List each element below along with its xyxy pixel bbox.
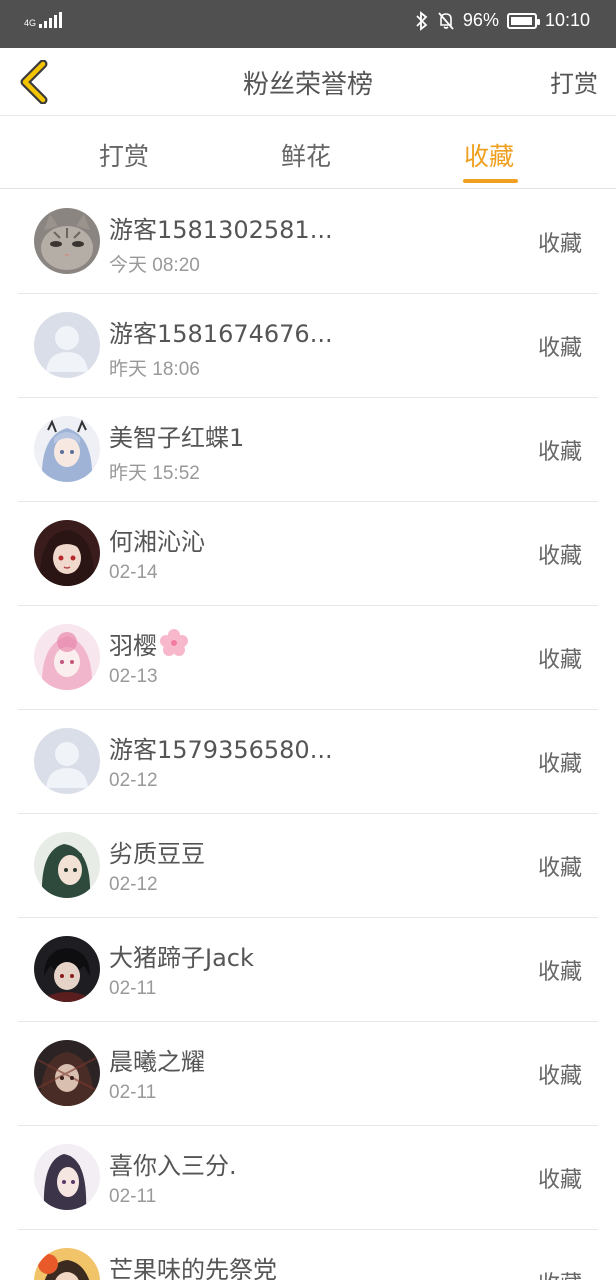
fan-action-label: 收藏 bbox=[537, 1064, 582, 1089]
list-item[interactable]: 喜你入三分. 02-11 收藏 bbox=[18, 1126, 598, 1230]
battery-percent: 96% bbox=[462, 10, 499, 30]
fan-name: 游客1581302581... bbox=[109, 216, 333, 244]
reward-button[interactable]: 打赏 bbox=[550, 64, 598, 99]
fan-action-label: 收藏 bbox=[537, 544, 582, 569]
avatar bbox=[34, 1248, 100, 1280]
fan-action-label: 收藏 bbox=[537, 752, 582, 777]
clock: 10:10 bbox=[544, 10, 590, 30]
fan-time: 02-11 bbox=[109, 978, 157, 999]
list-item[interactable]: 游客1579356580... 02-12 收藏 bbox=[18, 710, 598, 814]
avatar bbox=[34, 208, 100, 274]
list-item[interactable]: 晨曦之耀 02-11 收藏 bbox=[18, 1022, 598, 1126]
list-item[interactable]: 大猪蹄子Jack 02-11 收藏 bbox=[18, 918, 598, 1022]
avatar bbox=[34, 832, 100, 898]
fan-name: 喜你入三分. bbox=[109, 1152, 237, 1180]
fan-time: 02-11 bbox=[109, 1082, 157, 1103]
avatar bbox=[34, 728, 100, 794]
list-item[interactable]: 何湘沁沁 02-14 收藏 bbox=[18, 502, 598, 606]
page-title: 粉丝荣誉榜 bbox=[242, 70, 373, 100]
avatar bbox=[34, 1144, 100, 1210]
fan-action-label: 收藏 bbox=[537, 336, 582, 361]
fan-name: 劣质豆豆 bbox=[109, 840, 205, 868]
fan-time: 02-12 bbox=[109, 770, 158, 791]
fan-time: 昨天 18:06 bbox=[109, 359, 200, 380]
tab-flowers[interactable]: 鲜花 bbox=[281, 137, 331, 173]
list-item[interactable]: 羽樱 02-13 收藏 bbox=[18, 606, 598, 710]
fan-name: 游客1579356580... bbox=[109, 736, 333, 764]
fan-action-label: 收藏 bbox=[538, 1266, 582, 1280]
tab-favorites[interactable]: 收藏 bbox=[464, 137, 514, 173]
battery-icon bbox=[506, 12, 540, 29]
signal-bars-icon bbox=[39, 12, 63, 28]
list-item[interactable]: 美智子红蝶1 昨天 15:52 收藏 bbox=[18, 398, 598, 502]
title-bar: 粉丝荣誉榜 打赏 bbox=[0, 48, 616, 116]
tab-reward[interactable]: 打赏 bbox=[99, 137, 149, 173]
signal-indicator: 4G bbox=[24, 12, 63, 28]
fan-action-label: 收藏 bbox=[537, 960, 582, 985]
cherry-blossom-icon bbox=[160, 629, 188, 656]
avatar bbox=[34, 416, 100, 482]
list-item[interactable]: 游客1581674676... 昨天 18:06 收藏 bbox=[18, 294, 598, 398]
fan-time: 02-12 bbox=[109, 874, 158, 895]
list-item[interactable]: 劣质豆豆 02-12 收藏 bbox=[18, 814, 598, 918]
network-type: 4G bbox=[24, 18, 37, 28]
fan-name: 羽樱 bbox=[109, 626, 189, 661]
fan-time: 02-13 bbox=[109, 666, 158, 687]
fan-name: 大猪蹄子Jack bbox=[109, 944, 254, 972]
avatar bbox=[34, 312, 100, 378]
fan-name: 晨曦之耀 bbox=[109, 1048, 205, 1076]
fan-action-label: 收藏 bbox=[537, 232, 582, 257]
status-right: 96% 10:10 bbox=[415, 10, 590, 31]
avatar bbox=[34, 624, 100, 690]
fan-time: 02-11 bbox=[109, 1186, 157, 1207]
fan-action-label: 收藏 bbox=[537, 648, 582, 673]
mute-bell-icon bbox=[438, 11, 454, 30]
bluetooth-icon bbox=[416, 10, 428, 31]
fan-time: 昨天 15:52 bbox=[109, 463, 200, 484]
list-item[interactable]: 游客1581302581... 今天 08:20 收藏 bbox=[18, 190, 598, 294]
avatar bbox=[34, 520, 100, 586]
fan-action-label: 收藏 bbox=[537, 1168, 582, 1193]
fan-name: 游客1581674676... bbox=[109, 320, 333, 348]
fan-action-label: 收藏 bbox=[537, 856, 582, 881]
tab-bar: 打赏 鲜花 收藏 bbox=[0, 117, 616, 189]
fan-action-label: 收藏 bbox=[537, 440, 582, 465]
list-item[interactable]: 芒果味的先祭党 收藏 bbox=[18, 1230, 598, 1280]
fan-time: 今天 08:20 bbox=[109, 255, 200, 276]
avatar bbox=[34, 1040, 100, 1106]
fan-name: 美智子红蝶1 bbox=[109, 424, 245, 452]
active-tab-indicator bbox=[463, 179, 518, 183]
avatar bbox=[34, 936, 100, 1002]
fan-name: 何湘沁沁 bbox=[109, 528, 205, 556]
fan-list: 游客1581302581... 今天 08:20 收藏 游客1581674676… bbox=[18, 190, 598, 1280]
fan-time: 02-14 bbox=[109, 562, 158, 583]
fan-name: 芒果味的先祭党 bbox=[109, 1256, 277, 1280]
status-bar: 4G 96% 10:10 bbox=[0, 0, 616, 48]
